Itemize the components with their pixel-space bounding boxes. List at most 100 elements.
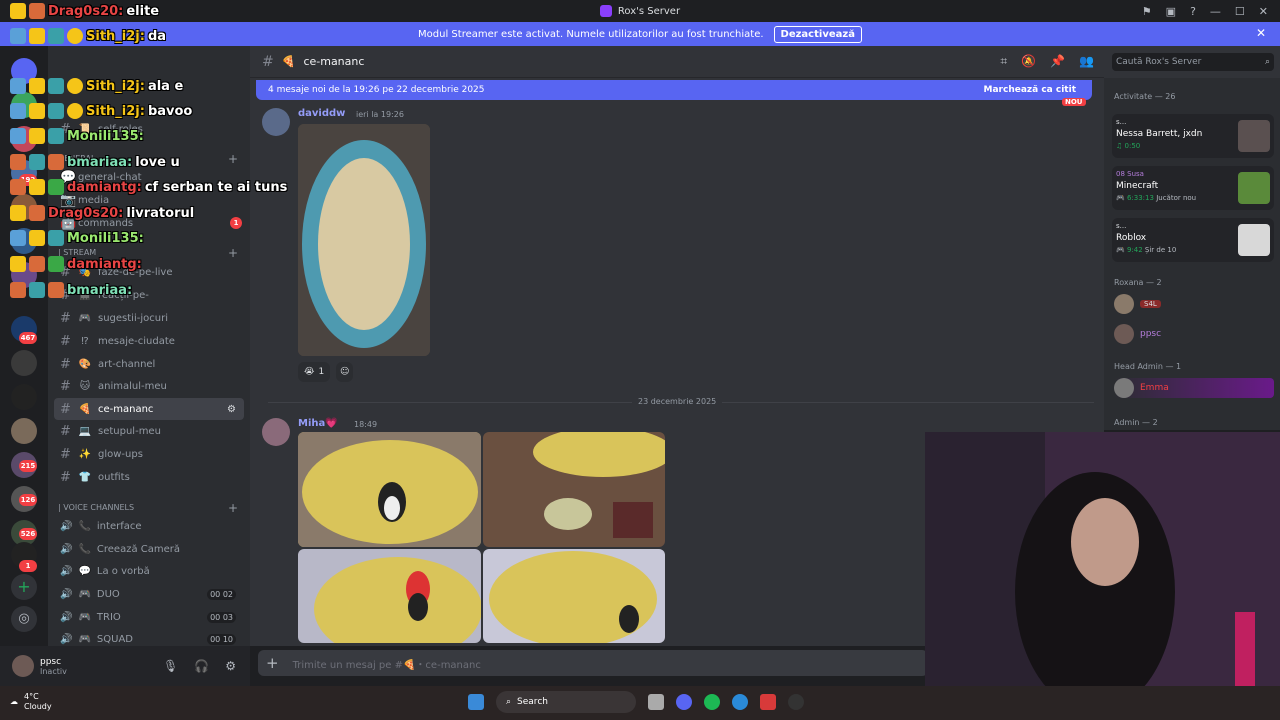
add-channel-icon[interactable]: + bbox=[228, 246, 238, 260]
microphone-icon[interactable]: 🎙 bbox=[163, 659, 178, 673]
hash-icon: # bbox=[262, 53, 274, 70]
channel-ce-mananc[interactable]: # 🍕 ce-mananc ⚙ bbox=[54, 398, 244, 420]
channel-header: # 🍕 ce-mananc ⌗ 🔕 📌 👥 bbox=[250, 46, 1104, 78]
screen-icon[interactable]: ▣ bbox=[1166, 5, 1176, 18]
channel-faze-de-pe-live[interactable]: # 🎭 faze-de-pe-live bbox=[54, 261, 244, 283]
server-icon bbox=[599, 5, 612, 17]
start-icon[interactable] bbox=[468, 694, 484, 710]
server-icon[interactable] bbox=[11, 350, 37, 376]
channel-glow-ups[interactable]: # ✨ glow-ups bbox=[54, 443, 244, 465]
activity-card[interactable]: s... Roblox 🎮 9:42 Șir de 10 bbox=[1112, 218, 1274, 262]
category-voice[interactable]: | VOICE CHANNELS + bbox=[58, 501, 238, 515]
search-input[interactable]: Caută Rox's Server ⌕ bbox=[1112, 53, 1274, 71]
album-art bbox=[1238, 120, 1270, 152]
activity-card[interactable]: 08 Susa Minecraft 🎮 6:33:13 Jucător nou bbox=[1112, 166, 1274, 210]
activity-card[interactable]: s... Nessa Barrett, jxdn ♫ 0:50 bbox=[1112, 114, 1274, 158]
voice-channel-interface[interactable]: 🔊 📞 interface bbox=[54, 515, 244, 537]
app-icon[interactable] bbox=[760, 694, 776, 710]
minimize-button[interactable]: — bbox=[1210, 5, 1221, 18]
avatar[interactable] bbox=[12, 655, 34, 677]
message-image-omelette-4[interactable] bbox=[483, 549, 665, 643]
obs-icon[interactable] bbox=[788, 694, 804, 710]
new-messages-bar[interactable]: 4 mesaje noi de la 19:26 pe 22 decembrie… bbox=[256, 80, 1092, 100]
unread-badge: 467 bbox=[19, 332, 37, 344]
edge-icon[interactable] bbox=[732, 694, 748, 710]
channel-commands[interactable]: 🤖 commands 1 bbox=[54, 212, 244, 234]
search-bar: Caută Rox's Server ⌕ bbox=[1104, 46, 1280, 78]
member-item[interactable]: ppsc bbox=[1114, 324, 1161, 344]
headphones-icon[interactable]: 🎧 bbox=[194, 659, 209, 673]
voice-channel-creeaza[interactable]: 🔊 📞 Creează Cameră bbox=[54, 538, 244, 560]
mark-as-read-button[interactable]: Marchează ca citit bbox=[984, 85, 1076, 95]
title-bar: Rox's Server ⚑ ▣ ? — ☐ ✕ bbox=[0, 0, 1280, 22]
message-composer[interactable]: + Trimite un mesaj pe #🍕・ce-mananc bbox=[258, 650, 928, 676]
channel-general-chat[interactable]: 💬 general-chat bbox=[54, 166, 244, 188]
category-stream[interactable]: | STREAM + bbox=[58, 246, 238, 260]
channel-self-roles[interactable]: # 📜 self-roles bbox=[54, 118, 244, 140]
voice-channel-duo[interactable]: 🔊 🎮 DUO 00 02 bbox=[54, 583, 244, 605]
server-icon[interactable] bbox=[11, 194, 37, 220]
message-image-omelette-1[interactable] bbox=[298, 432, 481, 547]
disable-streamer-button[interactable]: Dezactivează bbox=[773, 25, 862, 43]
mute-icon[interactable]: 🔕 bbox=[1021, 54, 1036, 69]
category-general[interactable]: GENERAL + bbox=[58, 152, 238, 166]
member-item[interactable]: S4L bbox=[1114, 294, 1161, 314]
message-image-pasta[interactable] bbox=[298, 124, 430, 356]
maximize-button[interactable]: ☐ bbox=[1235, 5, 1245, 18]
help-icon[interactable]: ? bbox=[1190, 5, 1196, 18]
settings-icon[interactable]: ⚙ bbox=[225, 659, 236, 673]
inbox-icon[interactable]: ⚑ bbox=[1142, 5, 1152, 18]
server-icon[interactable] bbox=[11, 384, 37, 410]
unread-badge: 126 bbox=[19, 494, 37, 506]
voice-channel-la-o-vorba[interactable]: 🔊 💬 La o vorbă bbox=[54, 560, 244, 582]
channel-title: ce-mananc bbox=[303, 55, 365, 68]
user-status: Inactiv bbox=[40, 666, 67, 676]
add-channel-icon[interactable]: + bbox=[228, 152, 238, 166]
voice-channel-trio[interactable]: 🔊 🎮 TRIO 00 03 bbox=[54, 606, 244, 628]
close-icon[interactable]: ✕ bbox=[1256, 26, 1266, 40]
message-image-omelette-3[interactable] bbox=[298, 549, 481, 643]
channel-art-channel[interactable]: # 🎨 art-channel bbox=[54, 353, 244, 375]
message-author[interactable]: Miha💗 bbox=[298, 418, 338, 429]
file-explorer-icon[interactable] bbox=[648, 694, 664, 710]
add-reaction-button[interactable]: ☺ bbox=[336, 362, 354, 382]
channel-animalul-meu[interactable]: # 🐱 animalul-meu bbox=[54, 375, 244, 397]
channel-outfits[interactable]: # 👕 outfits bbox=[54, 466, 244, 488]
channel-mesaje-ciudate[interactable]: # ⁉ mesaje-ciudate bbox=[54, 330, 244, 352]
add-channel-icon[interactable]: + bbox=[228, 501, 238, 515]
spotify-icon[interactable] bbox=[704, 694, 720, 710]
taskbar-search[interactable]: ⌕ Search bbox=[496, 691, 636, 713]
server-icon[interactable] bbox=[11, 92, 37, 118]
member-item[interactable]: Emma bbox=[1114, 378, 1274, 398]
server-icon[interactable] bbox=[11, 262, 37, 288]
channel-reactii[interactable]: # 🎬 reacții-pe- bbox=[54, 284, 244, 306]
channel-media[interactable]: 📷 media bbox=[54, 189, 244, 211]
settings-icon[interactable]: ⚙ bbox=[227, 404, 236, 415]
avatar[interactable] bbox=[262, 418, 290, 446]
date-divider-label: 23 decembrie 2025 bbox=[632, 397, 723, 406]
avatar[interactable] bbox=[262, 108, 290, 136]
explore-icon[interactable]: ◎ bbox=[11, 606, 37, 632]
server-icon[interactable] bbox=[11, 126, 37, 152]
discord-icon[interactable] bbox=[676, 694, 692, 710]
channel-setupul-meu[interactable]: # 💻 setupul-meu bbox=[54, 420, 244, 442]
server-icon[interactable] bbox=[11, 58, 37, 84]
add-attachment-icon[interactable]: + bbox=[266, 654, 279, 672]
message-input[interactable]: Trimite un mesaj pe #🍕・ce-mananc bbox=[293, 656, 481, 671]
reaction-button[interactable]: 😭 1 bbox=[298, 362, 331, 382]
channel-emoji: 🍕 bbox=[281, 55, 296, 68]
message-image-omelette-2[interactable] bbox=[483, 432, 665, 547]
server-icon[interactable] bbox=[11, 418, 37, 444]
weather-widget[interactable]: ☁ 4°C Cloudy bbox=[10, 692, 52, 712]
members-icon[interactable]: 👥 bbox=[1079, 54, 1094, 69]
channel-sugestii-jocuri[interactable]: # 🎮 sugestii-jocuri bbox=[54, 307, 244, 329]
message-author[interactable]: daviddw bbox=[298, 108, 345, 119]
roblox-icon bbox=[1238, 224, 1270, 256]
pin-icon[interactable]: 📌 bbox=[1050, 54, 1065, 69]
add-server-icon[interactable]: + bbox=[11, 574, 37, 600]
close-window-button[interactable]: ✕ bbox=[1259, 5, 1268, 18]
threads-icon[interactable]: ⌗ bbox=[1000, 54, 1007, 69]
minecraft-icon bbox=[1238, 172, 1270, 204]
voice-channel-squad[interactable]: 🔊 🎮 SQUAD 00 10 bbox=[54, 628, 244, 646]
server-icon[interactable] bbox=[11, 228, 37, 254]
